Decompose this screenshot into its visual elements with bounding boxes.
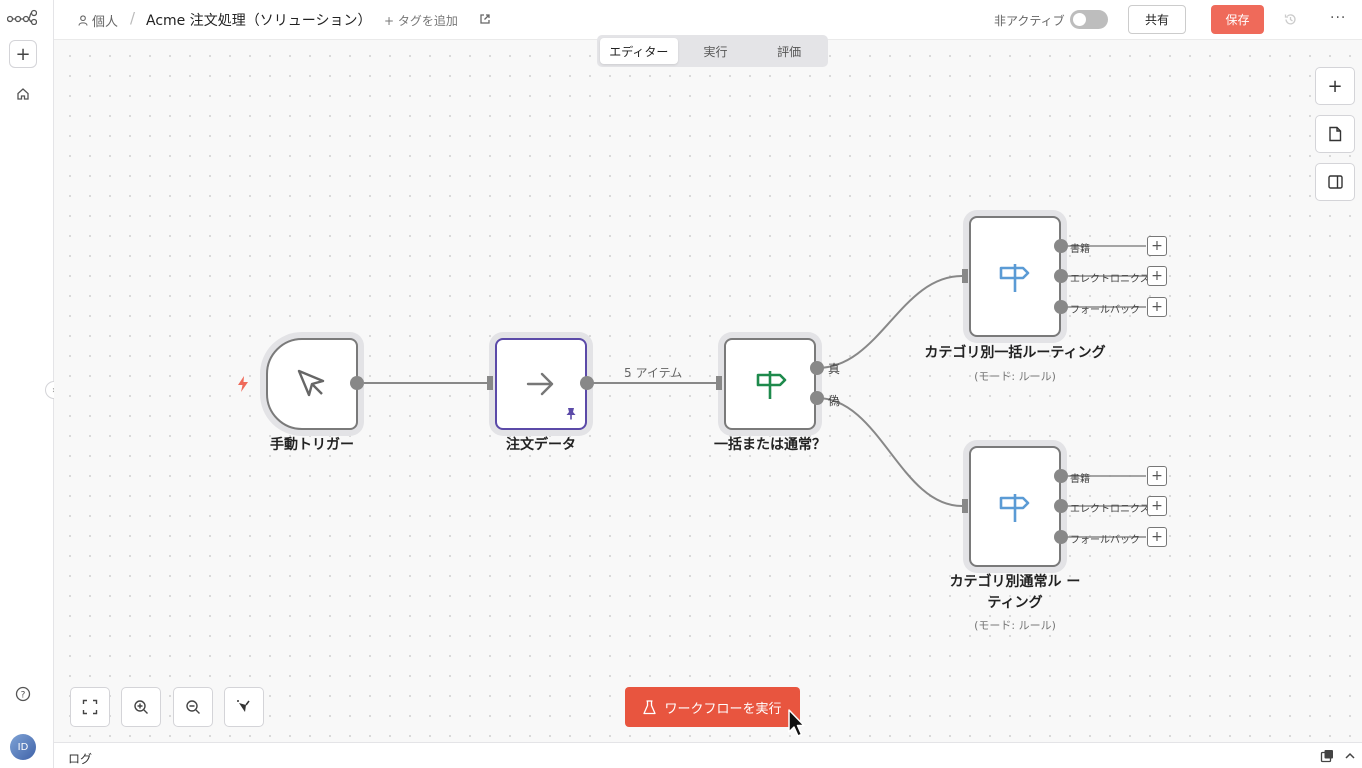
mode-tabs: エディター 実行 評価 <box>597 35 828 67</box>
tab-evaluations[interactable]: 評価 <box>753 38 825 64</box>
plus-icon: + <box>1327 75 1343 97</box>
note-icon <box>1329 126 1342 142</box>
log-bar[interactable]: ログ <box>54 742 1362 768</box>
output-port <box>1054 469 1068 483</box>
toggle-panel-button[interactable] <box>1315 163 1355 201</box>
chevron-up-icon[interactable] <box>1343 749 1357 763</box>
input-port <box>487 376 493 390</box>
sidebar-panel-icon <box>1327 175 1343 189</box>
flask-icon <box>643 699 657 714</box>
tab-executions[interactable]: 実行 <box>680 38 752 64</box>
sticky-note-button[interactable] <box>1315 115 1355 153</box>
input-port <box>962 269 968 283</box>
tidy-up-button[interactable] <box>224 687 264 727</box>
output-port <box>1054 499 1068 513</box>
output-port <box>1054 269 1068 283</box>
zoom-out-icon <box>186 700 200 714</box>
broom-icon <box>237 700 250 712</box>
popout-icon[interactable] <box>1320 749 1334 763</box>
run-workflow-button[interactable]: ワークフローを実行 <box>625 687 800 727</box>
output-port <box>1054 530 1068 544</box>
log-label: ログ <box>68 752 93 766</box>
output-port-false <box>810 391 824 405</box>
output-port <box>1054 239 1068 253</box>
output-port-true <box>810 361 824 375</box>
edge-item-count: 5 アイテム <box>624 366 683 380</box>
zoom-in-button[interactable] <box>121 687 161 727</box>
mouse-cursor-icon <box>788 709 805 737</box>
fit-view-icon <box>82 699 98 715</box>
input-port <box>962 499 968 513</box>
output-port <box>580 376 594 390</box>
input-port <box>716 376 722 390</box>
zoom-in-icon <box>134 700 148 714</box>
output-port <box>1054 300 1068 314</box>
add-node-panel-button[interactable]: + <box>1315 67 1355 105</box>
fit-view-button[interactable] <box>70 687 110 727</box>
output-port <box>350 376 364 390</box>
tab-editor[interactable]: エディター <box>600 38 678 64</box>
ports-layer <box>350 239 1068 544</box>
zoom-out-button[interactable] <box>173 687 213 727</box>
